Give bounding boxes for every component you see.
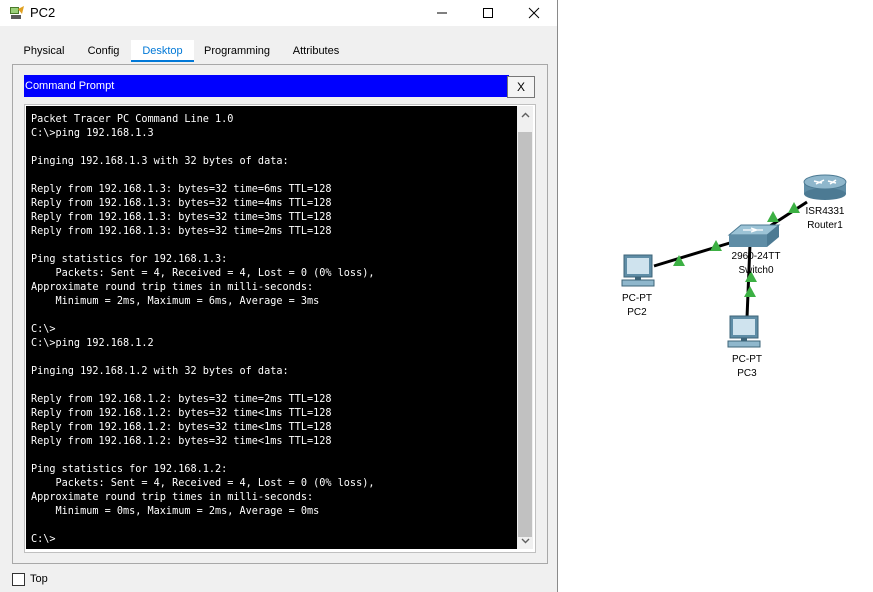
chevron-down-icon bbox=[521, 538, 529, 543]
tab-physical[interactable]: Physical bbox=[12, 40, 76, 62]
tab-config[interactable]: Config bbox=[76, 40, 131, 62]
topology-links bbox=[653, 200, 808, 319]
tab-programming[interactable]: Programming bbox=[194, 40, 280, 62]
command-prompt-titlebar: Command Prompt bbox=[24, 75, 509, 97]
scroll-down-button[interactable] bbox=[517, 532, 533, 549]
pc-icon[interactable] bbox=[726, 314, 762, 350]
console-scrollbar[interactable] bbox=[517, 106, 533, 549]
close-button[interactable] bbox=[511, 0, 557, 26]
chevron-up-icon bbox=[521, 112, 529, 117]
pc-icon[interactable] bbox=[620, 253, 656, 289]
router1-model-label: ISR4331 bbox=[805, 206, 845, 217]
pc3-name-label: PC3 bbox=[737, 368, 757, 379]
scroll-up-button[interactable] bbox=[517, 106, 533, 123]
minimize-icon bbox=[437, 12, 447, 14]
device-window: PC2 Physical Config Desktop Programming … bbox=[0, 0, 558, 592]
pc2-model-label: PC-PT bbox=[622, 293, 652, 304]
port-status-pc3 bbox=[744, 286, 756, 297]
link-pc2-switch0[interactable] bbox=[653, 240, 734, 268]
close-icon bbox=[528, 7, 540, 19]
router-icon[interactable] bbox=[802, 172, 848, 202]
switch0-model-label: 2960-24TT bbox=[731, 251, 781, 262]
command-prompt-close-button[interactable]: X bbox=[507, 76, 535, 98]
maximize-button[interactable] bbox=[465, 0, 511, 26]
port-status-switch0-to-router1 bbox=[767, 211, 779, 222]
top-checkbox[interactable] bbox=[12, 573, 25, 586]
switch0-name-label: Switch0 bbox=[738, 265, 774, 276]
console-output: Packet Tracer PC Command Line 1.0 C:\>pi… bbox=[31, 114, 375, 545]
minimize-button[interactable] bbox=[419, 0, 465, 26]
tab-attributes[interactable]: Attributes bbox=[280, 40, 352, 62]
command-prompt-console[interactable]: Packet Tracer PC Command Line 1.0 C:\>pi… bbox=[26, 106, 517, 549]
window-titlebar[interactable]: PC2 bbox=[0, 0, 557, 26]
packet-tracer-pc-icon bbox=[10, 6, 24, 19]
pc3-model-label: PC-PT bbox=[732, 354, 762, 365]
switch-icon[interactable] bbox=[727, 223, 781, 251]
scrollbar-thumb[interactable] bbox=[518, 132, 532, 537]
pc2-name-label: PC2 bbox=[627, 307, 647, 318]
top-checkbox-label: Top bbox=[30, 573, 48, 585]
router1-name-label: Router1 bbox=[807, 220, 843, 231]
tab-desktop[interactable]: Desktop bbox=[131, 40, 194, 62]
topology-canvas[interactable]: ISR4331 Router1 2960-24TT Switch0 PC-PT … bbox=[557, 0, 873, 592]
maximize-icon bbox=[483, 8, 493, 18]
window-title: PC2 bbox=[30, 5, 56, 20]
